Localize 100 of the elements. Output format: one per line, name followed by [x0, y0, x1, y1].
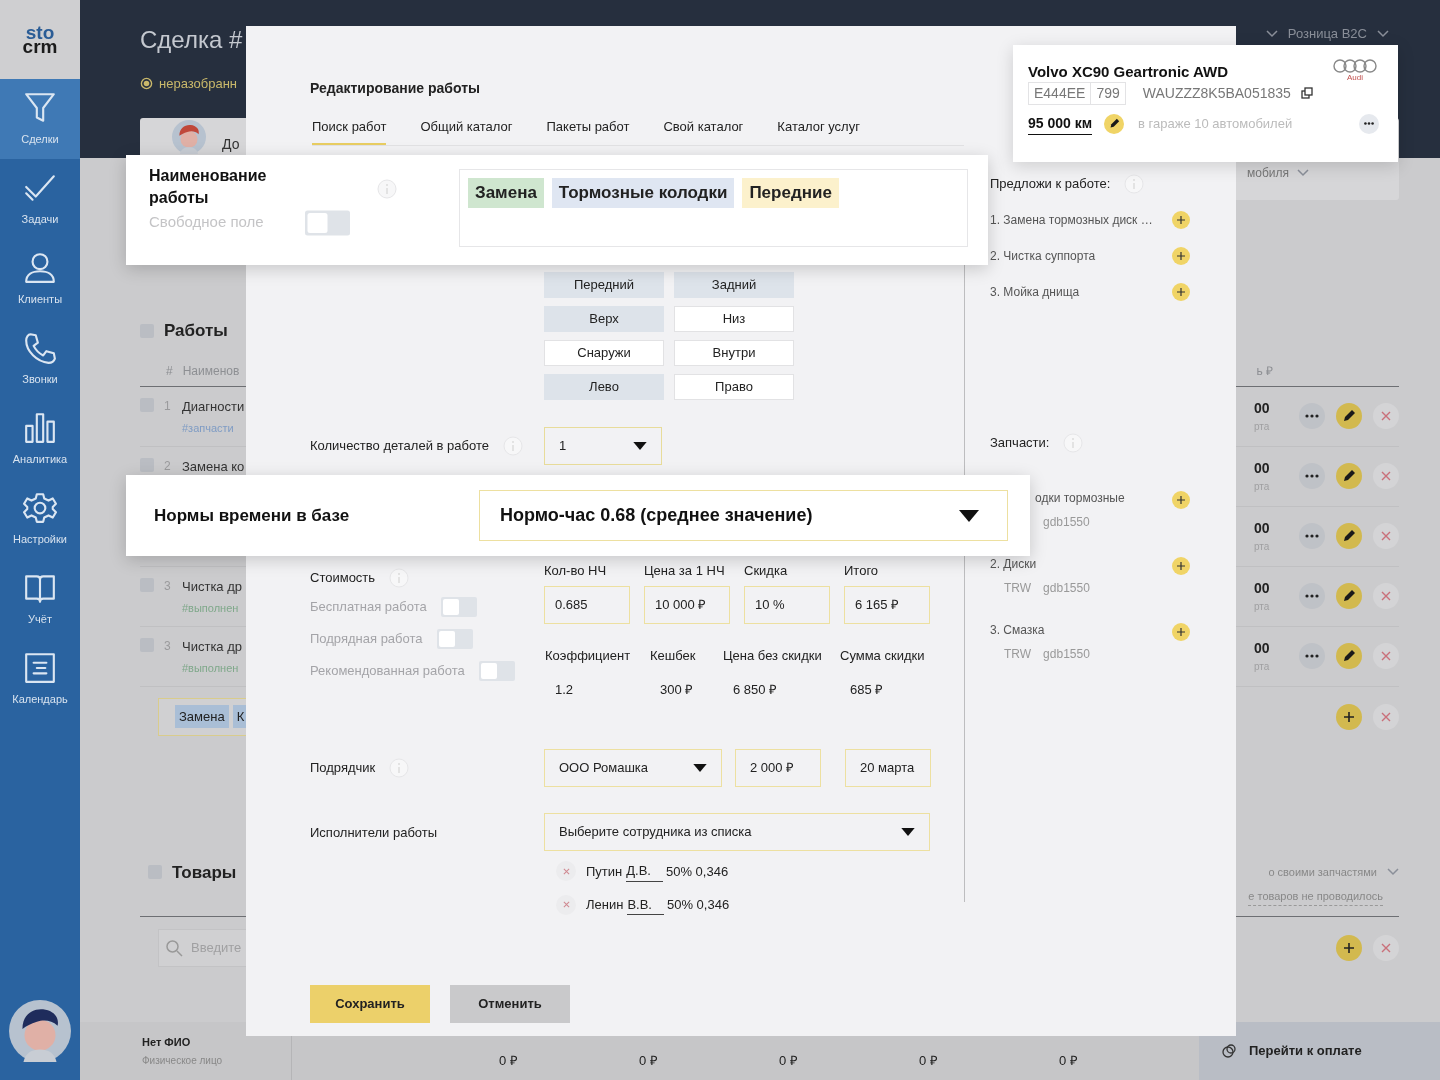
delete-button[interactable]: [1373, 403, 1399, 429]
chevron-icon[interactable]: [1265, 29, 1278, 38]
edit-button[interactable]: [1336, 403, 1362, 429]
garage-note: в гараже 10 автомобилей: [1138, 114, 1293, 133]
remove-button[interactable]: [556, 861, 576, 882]
client-name[interactable]: До: [222, 134, 240, 155]
tab[interactable]: Общий каталог: [420, 117, 513, 145]
work-name[interactable]: Диагности: [182, 396, 245, 416]
suggestion-item[interactable]: 3. Мойка днища: [990, 283, 1080, 301]
sidebar-item[interactable]: Сделки: [0, 79, 80, 159]
filter-dropdown[interactable]: Розница B2C: [1287, 24, 1367, 44]
name-chip[interactable]: Передние: [742, 178, 839, 208]
suggestion-item[interactable]: 1. Замена тормозных диск …: [990, 211, 1153, 229]
work-name-field[interactable]: Замена Тормозные колодки Передние: [459, 169, 968, 247]
mileage-link[interactable]: 95 000 км: [1028, 112, 1093, 135]
delete-button[interactable]: [1373, 523, 1399, 549]
add-button[interactable]: [1172, 491, 1190, 509]
delete-button[interactable]: [1373, 643, 1399, 669]
contractor-select[interactable]: ООО Ромашка: [544, 749, 722, 787]
toggle-switch[interactable]: [305, 210, 350, 236]
performer-initials[interactable]: В.В.: [627, 894, 664, 915]
part-name[interactable]: одки тормозные: [1035, 489, 1125, 507]
position-button[interactable]: Низ: [674, 305, 794, 332]
dots-icon: [1305, 654, 1319, 658]
position-button[interactable]: Передний: [544, 271, 664, 298]
part-name[interactable]: 2. Диски: [990, 555, 1037, 573]
field-label: Цена за 1 НЧ: [644, 561, 726, 580]
more-button[interactable]: [1299, 523, 1325, 549]
work-name[interactable]: Чистка др: [182, 636, 242, 656]
save-button[interactable]: Сохранить: [310, 985, 430, 1023]
add-button[interactable]: [1172, 247, 1190, 265]
date-field[interactable]: 20 марта: [845, 749, 931, 787]
logo[interactable]: sto crm: [22, 25, 58, 54]
performer-initials[interactable]: Д.В.: [626, 861, 663, 882]
plus-icon: [1177, 216, 1185, 224]
edit-button[interactable]: [1336, 463, 1362, 489]
toggle-switch[interactable]: [478, 660, 515, 681]
work-name[interactable]: Чистка др: [182, 576, 242, 596]
brand-label: Audi: [1347, 73, 1363, 82]
add-button[interactable]: [1336, 703, 1362, 730]
more-button[interactable]: [1299, 403, 1325, 429]
tab[interactable]: Свой каталог: [663, 117, 744, 145]
part-code: gdb1550: [1043, 646, 1090, 663]
chevron-icon[interactable]: [1297, 169, 1309, 177]
plus-icon: [1177, 252, 1185, 260]
delete-button[interactable]: [1373, 463, 1399, 489]
more-button[interactable]: [1299, 643, 1325, 669]
position-button[interactable]: Верх: [544, 305, 664, 332]
remove-button[interactable]: [556, 894, 576, 915]
input-field[interactable]: 10 000 ₽: [644, 586, 730, 624]
position-button[interactable]: Снаружи: [544, 339, 664, 366]
part-name[interactable]: 3. Смазка: [990, 621, 1045, 639]
pay-button[interactable]: Перейти к оплате: [1199, 1022, 1440, 1080]
toggle-switch[interactable]: [440, 596, 477, 617]
readout-value: 685 ₽: [849, 680, 885, 699]
dots-icon: [1305, 414, 1319, 418]
pencil-icon: [1342, 469, 1356, 483]
more-button[interactable]: [1359, 113, 1379, 134]
deal-status[interactable]: неразобранн: [159, 74, 238, 94]
edit-button[interactable]: [1336, 643, 1362, 669]
edit-button[interactable]: [1336, 583, 1362, 609]
input-field[interactable]: 6 165 ₽: [844, 586, 930, 624]
add-button[interactable]: [1172, 557, 1190, 575]
copy-icon[interactable]: [1300, 87, 1313, 99]
toggle-switch[interactable]: [436, 628, 473, 649]
name-chip[interactable]: Тормозные колодки: [551, 178, 735, 208]
delete-button[interactable]: [1373, 583, 1399, 609]
norms-select[interactable]: Нормо-час 0.68 (среднее значение): [479, 490, 1008, 541]
work-name[interactable]: Замена ко: [182, 456, 245, 476]
suggestion-item[interactable]: 2. Чистка суппорта: [990, 247, 1096, 265]
tab[interactable]: Пакеты работ: [546, 117, 630, 145]
input-field[interactable]: 10 %: [744, 586, 830, 624]
tab[interactable]: Поиск работ: [312, 117, 387, 145]
add-button[interactable]: [1172, 283, 1190, 301]
add-button[interactable]: [1172, 623, 1190, 641]
delete-button[interactable]: [1373, 703, 1399, 730]
chevron-icon[interactable]: [1377, 29, 1389, 38]
toggle-label: Рекомендованная работа: [310, 661, 465, 680]
input-field[interactable]: 0.685: [544, 586, 630, 624]
more-button[interactable]: [1299, 583, 1325, 609]
edit-button[interactable]: [1336, 523, 1362, 549]
quantity-select[interactable]: 1: [544, 426, 662, 465]
cancel-button[interactable]: Отменить: [450, 985, 570, 1023]
performer-select[interactable]: Выберите сотрудника из списка: [544, 813, 930, 851]
add-button[interactable]: [1336, 934, 1362, 961]
position-button[interactable]: Внутри: [674, 339, 794, 366]
position-button[interactable]: Задний: [674, 271, 794, 298]
delete-button[interactable]: [1373, 934, 1399, 961]
tag-chip[interactable]: Замена: [175, 704, 229, 729]
input-field[interactable]: 2 000 ₽: [735, 749, 821, 787]
edit-button[interactable]: [1104, 113, 1125, 134]
performer-share: 50% 0,346: [665, 862, 729, 881]
position-button[interactable]: Право: [674, 373, 794, 400]
more-button[interactable]: [1299, 463, 1325, 489]
name-chip[interactable]: Замена: [468, 178, 544, 208]
chevron-icon[interactable]: [1387, 867, 1399, 876]
tab[interactable]: Каталог услуг: [777, 117, 860, 145]
info-icon[interactable]: [377, 179, 397, 199]
position-button[interactable]: Лево: [544, 373, 664, 400]
add-button[interactable]: [1172, 211, 1190, 229]
